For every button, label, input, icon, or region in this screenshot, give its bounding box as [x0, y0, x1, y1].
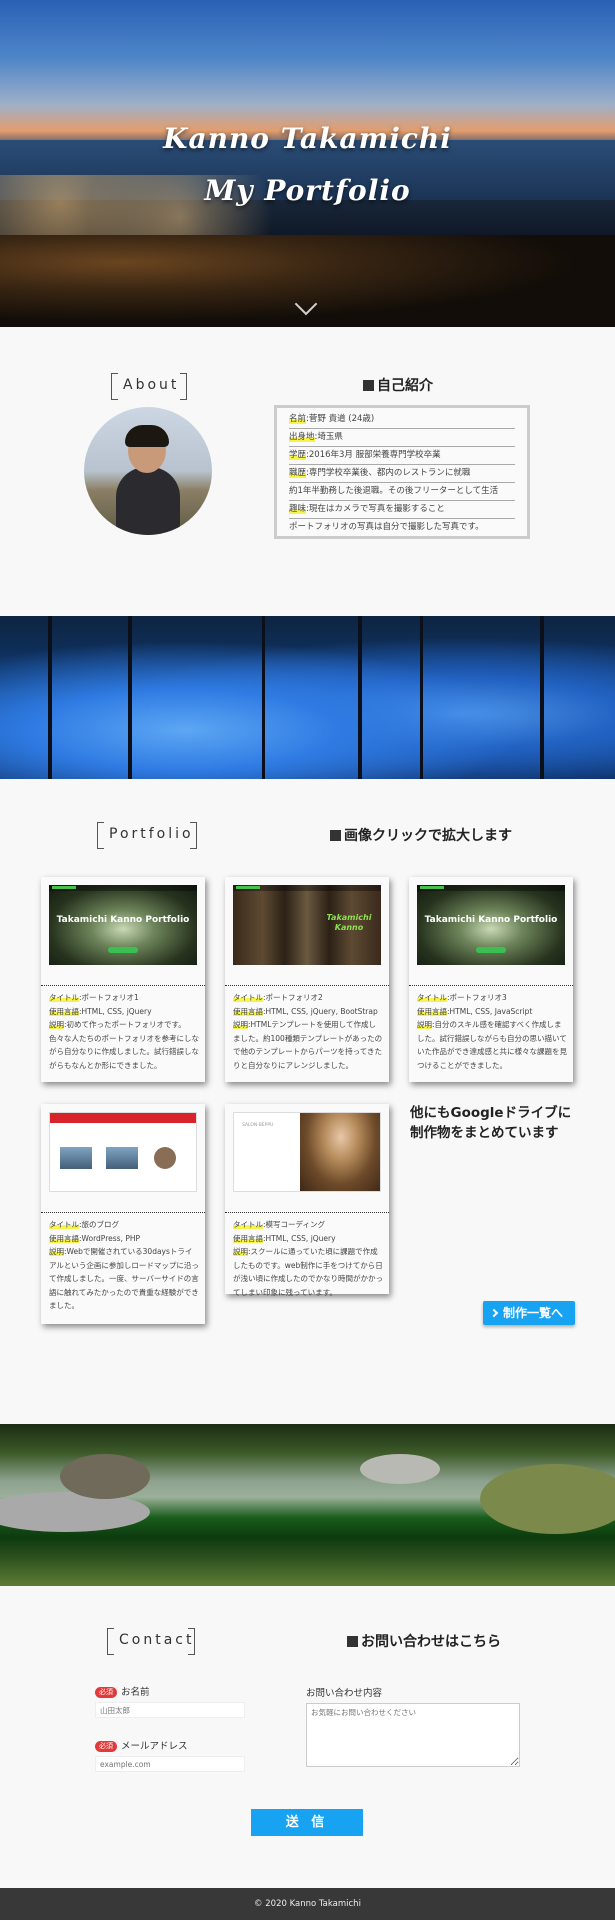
message-label: お問い合わせ内容 [306, 1688, 383, 1699]
portfolio-section-label: Portfolio [97, 822, 197, 849]
portfolio-screenshot[interactable] [49, 1112, 197, 1192]
card-description: タイトル:ポートフォリオ1 使用言語:HTML, CSS, jQuery 説明:… [49, 993, 199, 1070]
profile-avatar [84, 407, 212, 535]
card-description: タイトル:ポートフォリオ2 使用言語:HTML, CSS, jQuery, Bo… [233, 993, 383, 1070]
gdrive-note: 他にもGoogleドライブに制作物をまとめています [410, 1105, 572, 1141]
profile-row: 趣味:現在はカメラで写真を撮影すること [289, 501, 515, 519]
about-section-label: About [111, 373, 187, 400]
profile-table: 名前:菅野 貴道 (24歳) 出身地:埼玉県 学歴:2016年3月 服部栄養専門… [274, 405, 530, 539]
contact-section-label: Contact [107, 1628, 195, 1655]
portfolio-heading-text: 画像クリックで拡大します [344, 828, 512, 844]
forest-stream-photo-band [0, 1424, 615, 1586]
portfolio-card[interactable]: タイトル:旅のブログ 使用言語:WordPress, PHP 説明:Webで開催… [41, 1104, 205, 1324]
contact-heading-text: お問い合わせはこちら [361, 1634, 501, 1650]
hero-title-name: Kanno Takamichi [163, 122, 452, 155]
message-textarea[interactable] [306, 1703, 520, 1767]
profile-row: ポートフォリオの写真は自分で撮影した写真です。 [289, 522, 484, 532]
profile-row: 職歴:専門学校卒業後、都内のレストランに就職 [289, 465, 515, 483]
card-description: タイトル:ポートフォリオ3 使用言語:HTML, CSS, JavaScript… [417, 993, 567, 1070]
works-list-button[interactable]: 制作一覧へ [483, 1301, 575, 1325]
profile-row: 名前:菅野 貴道 (24歳) [289, 411, 515, 429]
required-badge: 必須 [95, 1687, 117, 1698]
profile-row: 学歴:2016年3月 服部栄養専門学校卒業 [289, 447, 515, 465]
required-badge: 必須 [95, 1741, 117, 1752]
name-input[interactable] [95, 1702, 245, 1718]
portfolio-screenshot[interactable]: Takamichi Kanno Portfolio [417, 885, 565, 965]
about-heading: 自己紹介 [363, 375, 433, 395]
profile-row: 約1年半勤務した後退職。その後フリーターとして生活 [289, 483, 515, 501]
portfolio-screenshot[interactable]: SALON BEPPU [233, 1112, 381, 1192]
square-bullet-icon [330, 830, 341, 841]
footer: © 2020 Kanno Takamichi [0, 1888, 615, 1920]
card-description: タイトル:模写コーディング 使用言語:HTML, CSS, jQuery 説明:… [233, 1220, 383, 1297]
chevron-right-icon [489, 1308, 499, 1318]
portfolio-card[interactable]: SALON BEPPU タイトル:模写コーディング 使用言語:HTML, CSS… [225, 1104, 389, 1297]
portfolio-screenshot[interactable]: Takamichi Kanno Portfolio [49, 885, 197, 965]
submit-button[interactable]: 送 信 [251, 1809, 363, 1836]
square-bullet-icon [363, 380, 374, 391]
portfolio-card[interactable]: Takamichi Kanno Portfolio タイトル:ポートフォリオ3 … [409, 877, 573, 1082]
portfolio-screenshot[interactable]: Takamichi Kanno [233, 885, 381, 965]
ice-forest-photo-band [0, 616, 615, 779]
portfolio-card[interactable]: Takamichi Kanno Portfolio タイトル:ポートフォリオ1 … [41, 877, 205, 1082]
card-description: タイトル:旅のブログ 使用言語:WordPress, PHP 説明:Webで開催… [49, 1220, 199, 1310]
square-bullet-icon [347, 1636, 358, 1647]
email-label: 必須 メールアドレス [95, 1738, 188, 1752]
portfolio-card[interactable]: Takamichi Kanno タイトル:ポートフォリオ2 使用言語:HTML,… [225, 877, 389, 1082]
about-heading-text: 自己紹介 [377, 378, 433, 394]
profile-row: 出身地:埼玉県 [289, 429, 515, 447]
email-input[interactable] [95, 1756, 245, 1772]
hero-title-portfolio: My Portfolio [204, 174, 411, 207]
portfolio-heading: 画像クリックで拡大します [330, 825, 512, 845]
copyright-text: © 2020 Kanno Takamichi [254, 1899, 361, 1909]
hero-banner: Kanno Takamichi My Portfolio [0, 0, 615, 327]
contact-heading: お問い合わせはこちら [347, 1631, 501, 1651]
name-label: 必須 お名前 [95, 1684, 150, 1698]
